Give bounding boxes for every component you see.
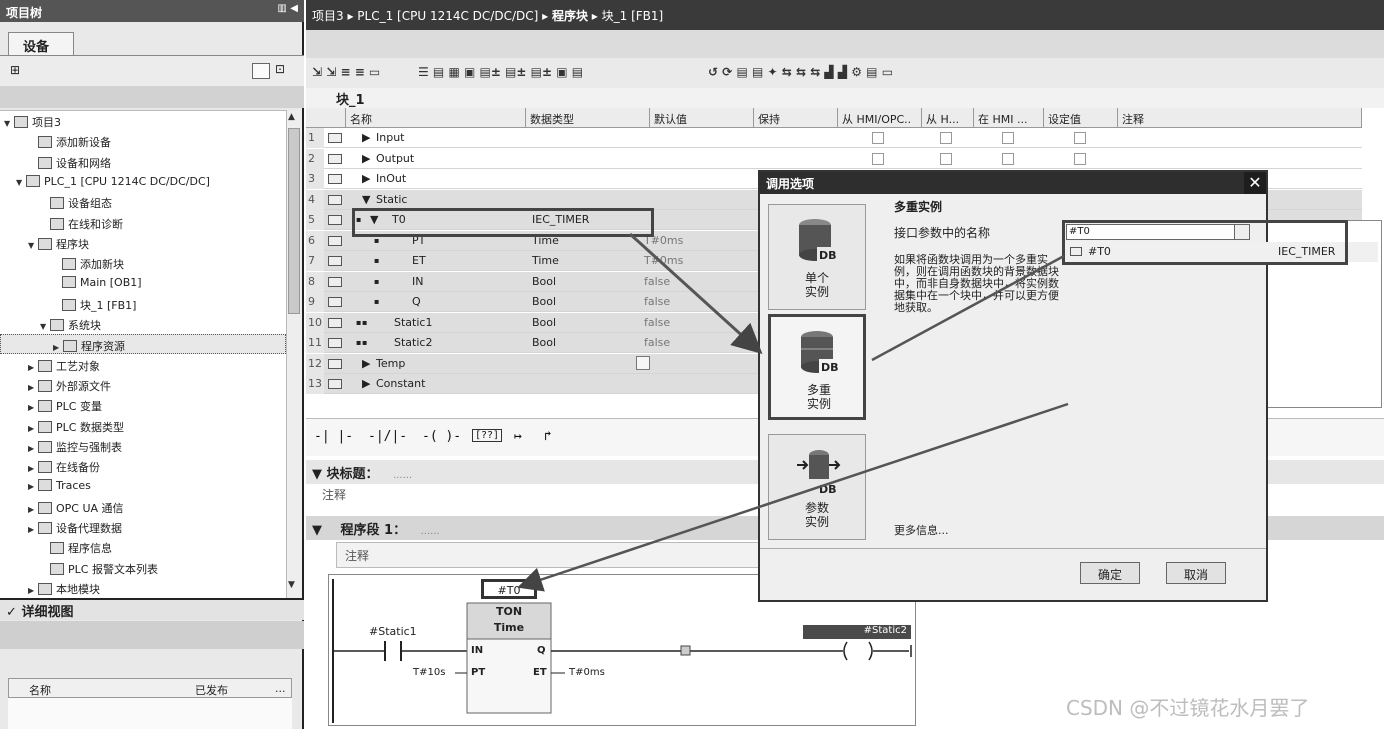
arrow-to-multi bbox=[628, 232, 763, 355]
arrow-to-instance bbox=[517, 402, 1069, 592]
annotation-arrows bbox=[517, 232, 1069, 592]
watermark: CSDN @不过镜花水月罢了 bbox=[1066, 696, 1310, 720]
arrow-to-dropdown bbox=[871, 254, 1065, 362]
